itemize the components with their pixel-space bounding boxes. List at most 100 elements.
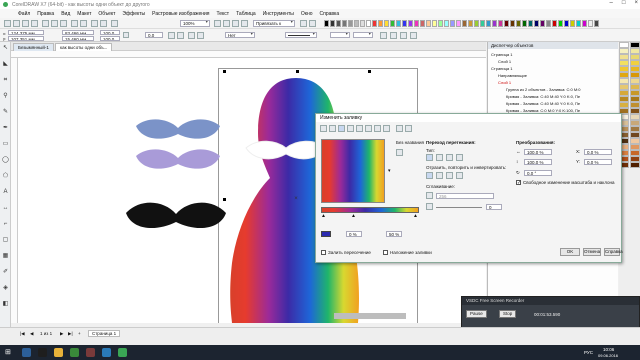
corel-capture-icon[interactable] — [118, 348, 127, 357]
add-page-icon[interactable]: + — [78, 331, 81, 336]
object-tree-row[interactable]: Слой 1 — [488, 59, 619, 65]
outline-width-select[interactable]: Нет — [225, 32, 255, 38]
full-screen-icon[interactable] — [214, 20, 221, 27]
grid-icon[interactable] — [232, 20, 239, 27]
ungroup-icon[interactable] — [197, 32, 204, 39]
acceleration-field[interactable]: 0 — [486, 204, 502, 210]
recent-color-swatch[interactable] — [540, 20, 545, 27]
recent-color-swatch[interactable] — [330, 20, 335, 27]
preview-dropdown-icon[interactable]: ▾ — [388, 168, 391, 174]
menu-edit[interactable]: Правка — [37, 11, 54, 17]
object-tree-row[interactable]: Страница 1 — [488, 66, 619, 72]
launcher-icon[interactable] — [309, 20, 316, 27]
object-tree-row[interactable]: Страница 1 — [488, 52, 619, 58]
crop-icon[interactable]: ⌗ — [2, 77, 9, 84]
copy-icon[interactable] — [51, 20, 58, 27]
repeat-mirror-icon[interactable] — [436, 172, 443, 179]
steps-icon[interactable] — [426, 192, 433, 199]
connector-icon[interactable]: ⌐ — [2, 221, 9, 228]
recent-color-swatch[interactable] — [438, 20, 443, 27]
menu-view[interactable]: Вид — [61, 11, 70, 17]
horizontal-ruler[interactable] — [11, 51, 486, 58]
shape-icon[interactable]: ◣ — [2, 61, 9, 68]
fill-angle-field[interactable]: 0,0 ° — [524, 170, 552, 176]
uniform-fill-icon[interactable] — [329, 125, 336, 132]
line-style-select[interactable] — [285, 32, 317, 38]
recent-color-swatch[interactable] — [444, 20, 449, 27]
width-field[interactable]: 83,466 мм — [62, 30, 94, 35]
recent-color-swatch[interactable] — [348, 20, 353, 27]
recent-color-swatch[interactable] — [366, 20, 371, 27]
clock-date[interactable]: 09.06.2016 — [598, 353, 618, 358]
menu-file[interactable]: Файл — [18, 11, 30, 17]
eyedropper-icon[interactable]: ✐ — [2, 269, 9, 276]
recent-color-swatch[interactable] — [588, 20, 593, 27]
default-fountain-icon[interactable] — [426, 172, 433, 179]
mustache-black[interactable] — [126, 202, 226, 229]
object-tree-row[interactable]: Кривая - Заливка: C:40 M:40 Y:0 K:0, Пе — [488, 101, 619, 107]
postscript-fill-icon[interactable] — [383, 125, 390, 132]
maximize-icon[interactable]: □ — [622, 0, 626, 6]
recent-color-swatch[interactable] — [396, 20, 401, 27]
recent-color-swatch[interactable] — [504, 20, 509, 27]
bitmap-pattern-icon[interactable] — [356, 125, 363, 132]
group-icon[interactable] — [188, 32, 195, 39]
options-icon[interactable] — [300, 20, 307, 27]
recent-color-swatch[interactable] — [462, 20, 467, 27]
paste-icon[interactable] — [60, 20, 67, 27]
recent-color-swatch[interactable] — [468, 20, 473, 27]
recent-color-swatch[interactable] — [384, 20, 389, 27]
folder-icon[interactable] — [54, 348, 63, 357]
free-scale-checkbox[interactable]: ✓ — [516, 180, 521, 186]
overlay-fill-checkbox[interactable] — [383, 250, 388, 255]
mustache-blue[interactable] — [136, 119, 220, 139]
menu-table[interactable]: Таблица — [236, 11, 256, 17]
pause-button[interactable]: Pause — [466, 310, 487, 318]
object-tree-row[interactable]: Кривая - Заливка: C:40 M:40 Y:0 K:0, Пе — [488, 94, 619, 100]
publish-pdf-icon[interactable] — [111, 20, 118, 27]
recent-color-swatch[interactable] — [558, 20, 563, 27]
recent-color-swatch[interactable] — [354, 20, 359, 27]
text-icon[interactable]: A — [2, 189, 9, 196]
input-language[interactable]: РУС — [584, 350, 593, 355]
fill-options-icon[interactable] — [396, 125, 403, 132]
arrow-start-select[interactable] — [330, 32, 350, 38]
linear-fountain-icon[interactable] — [426, 154, 433, 161]
recent-color-swatch[interactable] — [378, 20, 383, 27]
recent-color-swatch[interactable] — [408, 20, 413, 27]
acceleration-icon[interactable] — [426, 203, 433, 210]
zoom-icon[interactable]: ⚲ — [2, 93, 9, 100]
ok-button[interactable]: OK — [560, 248, 580, 256]
snap-to-select[interactable]: Привязать к — [253, 20, 295, 27]
recent-color-swatch[interactable] — [360, 20, 365, 27]
smoothing-field[interactable]: 256 — [436, 193, 494, 199]
node-color-swatch[interactable] — [321, 231, 331, 237]
menu-text[interactable]: Текст — [217, 11, 230, 17]
recent-color-swatch[interactable] — [576, 20, 581, 27]
recent-color-swatch[interactable] — [324, 20, 329, 27]
mirror-vertical-icon[interactable] — [177, 32, 184, 39]
fill-y-field[interactable]: 0,0 % — [584, 159, 612, 165]
import-icon[interactable] — [91, 20, 98, 27]
explorer-icon[interactable] — [22, 348, 31, 357]
y-position-field[interactable]: 107,351 мм — [8, 36, 44, 41]
pointer-icon[interactable]: ↖ — [2, 45, 9, 52]
node-position-field[interactable]: 50 % — [386, 231, 402, 237]
conical-fountain-icon[interactable] — [446, 154, 453, 161]
save-icon[interactable] — [22, 20, 29, 27]
recent-color-swatch[interactable] — [432, 20, 437, 27]
mirror-horizontal-icon[interactable] — [168, 32, 175, 39]
export-icon[interactable] — [100, 20, 107, 27]
recent-color-swatch[interactable] — [390, 20, 395, 27]
mustache-lavender[interactable] — [136, 149, 220, 169]
recent-color-swatch[interactable] — [534, 20, 539, 27]
menu-effects[interactable]: Эффекты — [122, 11, 145, 17]
rotation-angle-field[interactable]: 0,0 — [145, 32, 163, 38]
vector-pattern-icon[interactable] — [347, 125, 354, 132]
first-page-icon[interactable]: |◀ — [20, 331, 25, 337]
recent-color-swatch[interactable] — [456, 20, 461, 27]
recent-color-swatch[interactable] — [528, 20, 533, 27]
recent-color-swatch[interactable] — [336, 20, 341, 27]
texture-fill-icon[interactable] — [374, 125, 381, 132]
recent-color-swatch[interactable] — [426, 20, 431, 27]
